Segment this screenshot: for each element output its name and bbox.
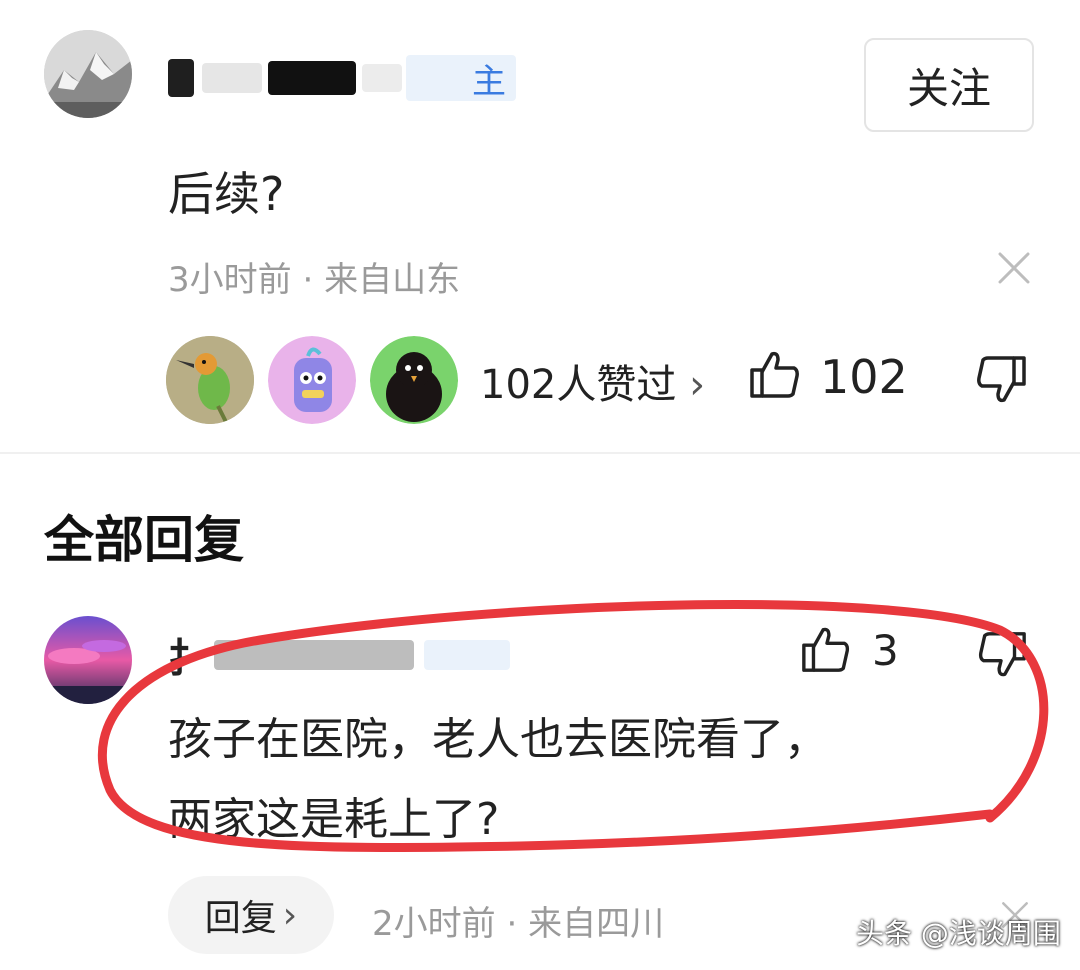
comment-location: 来自山东 [324,260,461,300]
commenter-avatar[interactable] [44,30,132,118]
chevron-right-icon: › [282,894,298,936]
meta-separator: · [302,260,314,300]
red-annotation-circle [97,600,1049,852]
liker-avatar-bird-black[interactable] [370,336,458,424]
watermark: 头条 @浅谈周围 [856,917,1061,950]
close-icon[interactable] [996,250,1032,296]
comment-time: 3小时前 [168,260,292,300]
reply-thumbs-up-icon[interactable] [800,624,852,680]
liked-summary-link[interactable]: 102人赞过 › [480,352,705,410]
comment-meta: 3小时前 · 来自山东 [168,252,460,301]
reply-meta: 2小时前 · 来自四川 [372,896,664,945]
author-badge: 主 [406,55,516,102]
reply-like-count: 3 [872,626,899,675]
reply-button[interactable]: 回复 › [168,876,334,954]
reply-text-line-1: 孩子在医院，老人也去医院看了， [168,714,828,765]
thumbs-down-icon[interactable] [974,352,1028,410]
replier-avatar[interactable] [44,616,132,704]
reply-location: 来自四川 [528,904,665,944]
meta-separator: · [506,904,518,944]
like-count: 102 [820,350,908,404]
reply-thumbs-down-icon[interactable] [976,628,1028,684]
reply-text-line-2: 两家这是耗上了? [168,794,500,845]
replier-name-blurred[interactable]: 扌 [168,630,510,682]
commenter-name-blurred[interactable]: 主 [168,48,516,108]
liker-avatar-bird[interactable] [166,336,254,424]
comment-text: 后续? [168,167,285,221]
section-divider [0,452,1080,454]
thumbs-up-icon[interactable] [748,348,802,406]
liker-avatar-monster[interactable] [268,336,356,424]
chevron-right-icon: › [689,362,706,408]
all-replies-heading: 全部回复 [44,511,244,569]
follow-button[interactable]: 关注 [864,38,1034,132]
reply-time: 2小时前 [372,904,496,944]
